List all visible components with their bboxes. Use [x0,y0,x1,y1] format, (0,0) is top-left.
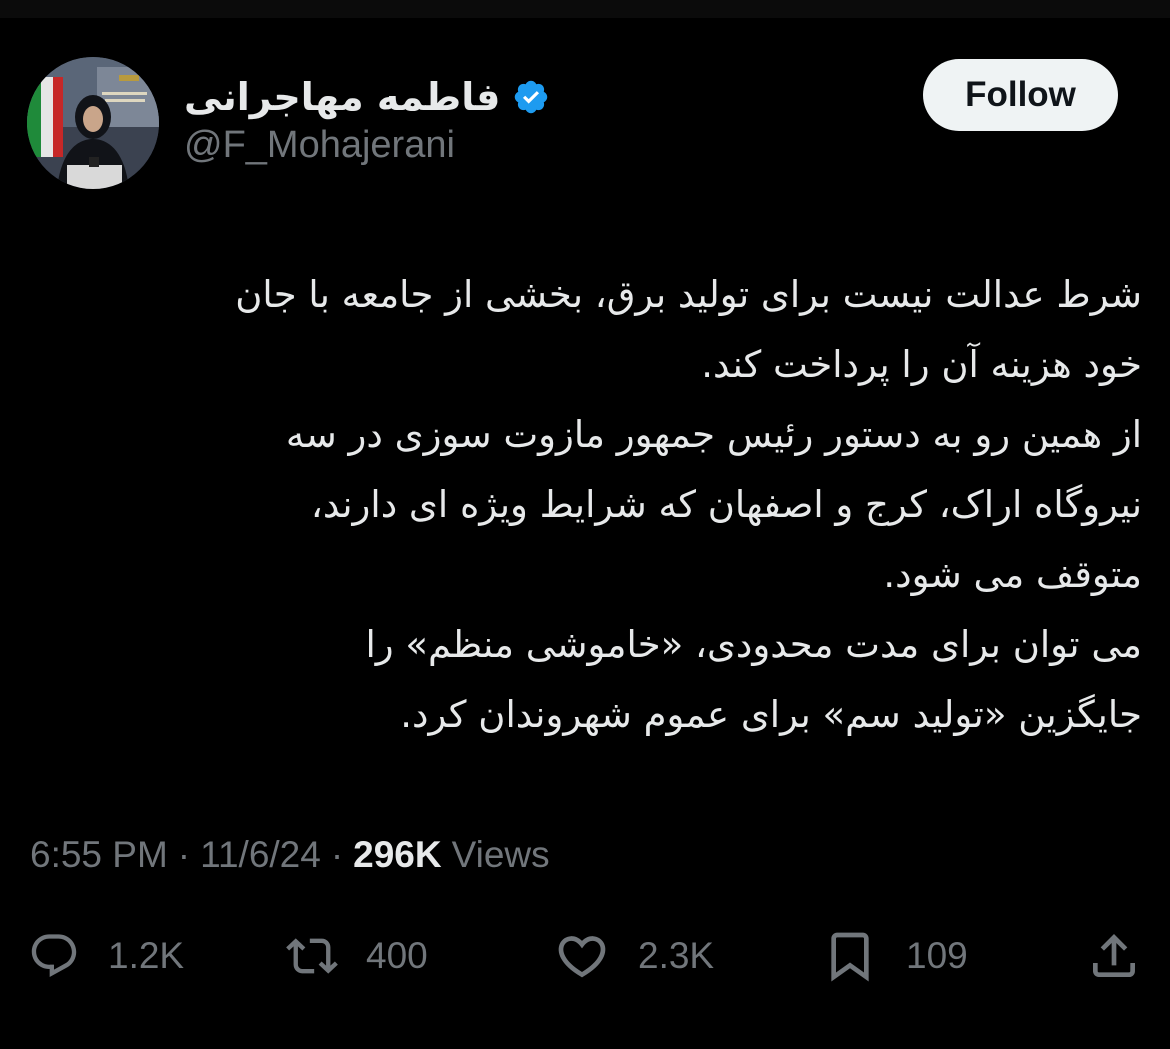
repost-button[interactable]: 400 [286,928,428,984]
bookmark-count: 109 [906,935,968,976]
share-icon [1086,928,1142,984]
like-count: 2.3K [638,935,715,976]
reply-button[interactable]: 1.2K [28,928,184,984]
meta-separator: · [330,834,344,875]
reply-icon [28,930,80,982]
views-count[interactable]: 296K [353,834,441,876]
follow-button[interactable]: Follow [923,59,1118,131]
tweet-line: می توان برای مدت محدودی، «خاموشی منظم» ر… [365,623,1142,666]
tweet-line: جایگزین «تولید سم» برای عموم شهروندان کر… [400,693,1142,736]
meta-separator: · [177,834,191,875]
tweet-text: شرط عدالت نیست برای تولید برق، بخشی از ج… [24,260,1142,750]
bookmark-button[interactable]: 109 [822,928,968,984]
tweet-time[interactable]: 6:55 PM [30,834,168,876]
avatar[interactable] [27,57,159,189]
like-button[interactable]: 2.3K [554,928,714,984]
tweet-line: نیروگاه اراک، کرج و اصفهان که شرایط ویژه… [310,483,1142,526]
bookmark-icon [822,928,878,984]
tweet-meta: 6:55 PM · 11/6/24 · 296K Views [30,830,550,880]
tweet-line: از همین رو به دستور رئیس جمهور مازوت سوز… [285,413,1142,456]
display-name[interactable]: فاطمه مهاجرانی [184,75,500,119]
profile-photo-icon [27,57,159,189]
top-edge-strip [0,0,1170,18]
reply-count: 1.2K [108,935,185,976]
repost-icon [286,930,338,982]
author-name-row[interactable]: فاطمه مهاجرانی [184,70,550,124]
views-label[interactable]: Views [452,834,550,876]
heart-icon [554,928,610,984]
repost-count: 400 [366,935,428,976]
tweet-line: شرط عدالت نیست برای تولید برق، بخشی از ج… [235,273,1142,316]
tweet-line: متوقف می شود. [883,553,1142,596]
share-button[interactable] [1086,928,1142,984]
verified-badge-icon [512,78,550,116]
tweet-date[interactable]: 11/6/24 [200,834,321,876]
author-handle[interactable]: @F_Mohajerani [184,124,455,167]
tweet-line: خود هزینه آن را پرداخت کند. [701,343,1142,386]
